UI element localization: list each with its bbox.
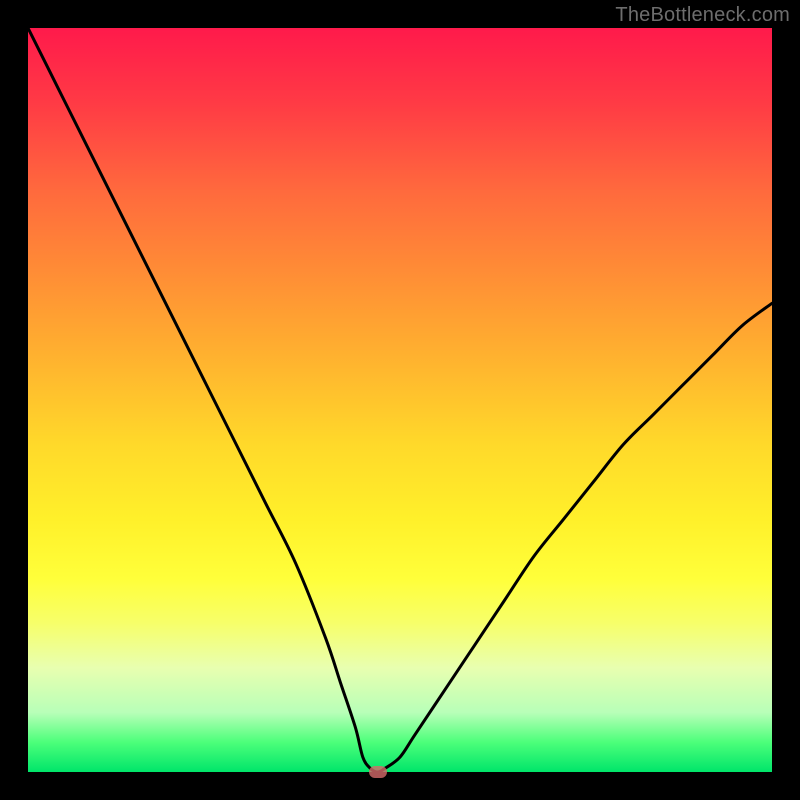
watermark-text: TheBottleneck.com [615, 4, 790, 27]
bottleneck-curve [28, 28, 772, 772]
optimal-point-marker [369, 766, 387, 778]
plot-area [28, 28, 772, 772]
chart-frame: TheBottleneck.com [0, 0, 800, 800]
